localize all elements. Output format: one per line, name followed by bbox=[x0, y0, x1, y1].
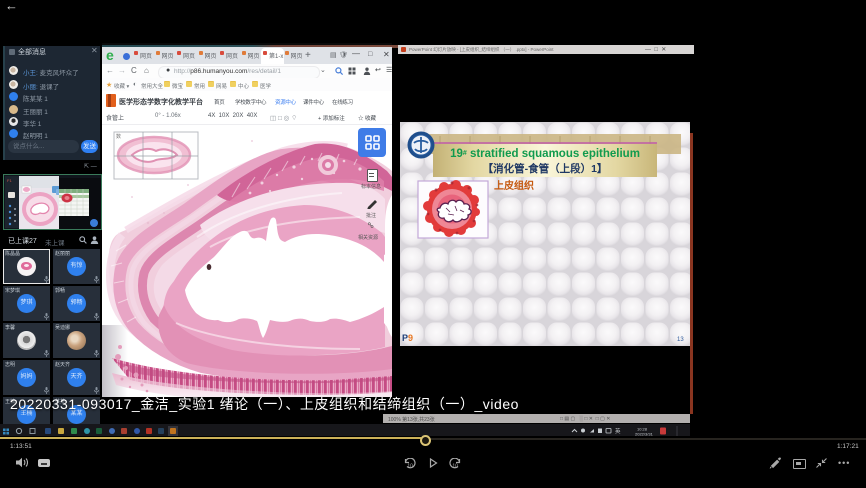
svg-text:数: 数 bbox=[116, 133, 121, 140]
svg-text:F1: F1 bbox=[7, 178, 12, 183]
svg-text:10: 10 bbox=[452, 464, 458, 469]
svg-text:2022/3/31: 2022/3/31 bbox=[635, 432, 654, 437]
svg-text:13: 13 bbox=[677, 337, 684, 343]
svg-text:上皮组织: 上皮组织 bbox=[494, 179, 534, 192]
svg-text:10: 10 bbox=[407, 464, 413, 469]
svg-text:P9: P9 bbox=[402, 333, 413, 343]
svg-text:【消化管-食管（上段）1】: 【消化管-食管（上段）1】 bbox=[483, 162, 608, 175]
svg-text:英: 英 bbox=[615, 427, 621, 435]
svg-text:19# stratified squamous epithe: 19# stratified squamous epithelium bbox=[450, 148, 640, 160]
